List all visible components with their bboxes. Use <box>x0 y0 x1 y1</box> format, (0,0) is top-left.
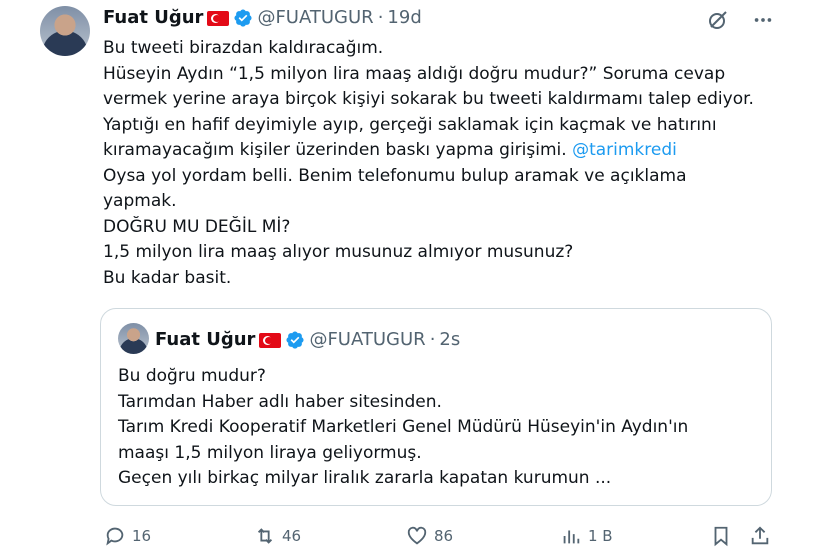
reply-button[interactable]: 16 <box>104 525 151 547</box>
retweet-button[interactable]: 46 <box>254 525 301 547</box>
tweet-line: Bu kadar basit. <box>103 267 232 288</box>
grok-icon[interactable] <box>706 8 730 32</box>
share-icon <box>751 526 769 545</box>
like-count: 86 <box>434 527 454 545</box>
tweet-line: Bu tweeti birazdan kaldıracağım. <box>103 38 384 58</box>
more-icon[interactable] <box>752 9 774 31</box>
reply-icon <box>106 527 124 546</box>
tweet-line: Oysa yol yordam belli. Benim telefonumu … <box>103 165 687 186</box>
tweet-line: vermek yerine araya birçok kişiyi sokara… <box>103 89 754 109</box>
quoted-author-name[interactable]: Fuat Uğur <box>155 328 255 352</box>
reply-count: 16 <box>132 527 152 545</box>
turkey-flag-icon <box>207 10 230 26</box>
verified-badge-icon <box>234 9 252 27</box>
bookmark-icon <box>714 526 728 547</box>
quoted-line: Tarım Kredi Kooperatif Marketleri Genel … <box>118 417 689 437</box>
tweet-line: yapmak. <box>103 191 177 211</box>
author-handle[interactable]: @FUATUGUR <box>257 6 373 30</box>
quoted-author-handle[interactable]: @FUATUGUR <box>309 328 425 352</box>
quoted-line: maaşı 1,5 milyon liraya geliyormuş. <box>118 442 422 463</box>
quoted-tweet-text: Bu doğru mudur? Tarımdan Haber adlı habe… <box>118 364 688 492</box>
views-button[interactable]: 1 B <box>560 525 613 547</box>
tweet-text: Bu tweeti birazdan kaldıracağım. Hüseyin… <box>103 36 793 291</box>
quoted-line: Bu doğru mudur? <box>118 366 266 386</box>
tweet-top-actions <box>706 8 774 32</box>
tweet-line-text: kıramayacağım kişiler üzerinden baskı ya… <box>103 140 573 160</box>
tweet-action-bar: 16 46 86 1 B <box>104 523 776 549</box>
tweet-line: kıramayacağım kişiler üzerinden baskı ya… <box>103 138 793 164</box>
quoted-tweet-header: Fuat Uğur @FUATUGUR · 2s <box>155 328 460 352</box>
quoted-line: Geçen yılı birkaç milyar liralık zararla… <box>118 468 612 488</box>
like-button[interactable]: 86 <box>406 525 453 547</box>
turkey-flag-icon <box>259 332 282 348</box>
share-button[interactable] <box>749 525 771 547</box>
tweet-time[interactable]: 19d <box>387 6 421 30</box>
quoted-author-avatar[interactable] <box>118 323 149 354</box>
author-name[interactable]: Fuat Uğur <box>103 6 203 30</box>
author-avatar[interactable] <box>40 6 90 56</box>
views-count: 1 B <box>588 527 613 545</box>
retweet-count: 46 <box>282 527 302 545</box>
tweet-header: Fuat Uğur @FUATUGUR · 19d <box>103 6 422 30</box>
verified-badge-icon <box>286 331 304 349</box>
tweet-line: Yaptığı en hafif deyimiyle ayıp, gerçeği… <box>103 114 717 135</box>
tweet-line: 1,5 milyon lira maaş alıyor musunuz almı… <box>103 242 574 262</box>
tweet-line: DOĞRU MU DEĞİL Mİ? <box>103 216 291 237</box>
mention-link[interactable]: @tarimkredi <box>572 140 677 160</box>
bookmark-button[interactable] <box>710 525 732 547</box>
retweet-icon <box>257 528 273 544</box>
quoted-line: Tarımdan Haber adlı haber sitesinden. <box>118 391 442 412</box>
separator-dot: · <box>429 329 436 350</box>
separator-dot: · <box>377 7 384 28</box>
views-icon <box>563 530 580 544</box>
like-icon <box>407 526 427 545</box>
quoted-tweet-time[interactable]: 2s <box>439 328 460 352</box>
tweet-line: Hüseyin Aydın “1,5 milyon lira maaş aldı… <box>103 63 726 84</box>
